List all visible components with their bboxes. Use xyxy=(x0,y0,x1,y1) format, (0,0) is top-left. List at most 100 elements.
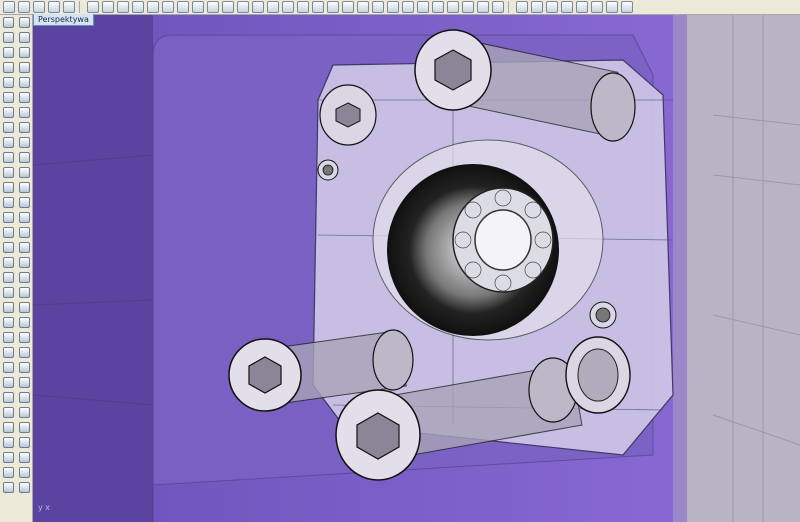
loft-icon[interactable] xyxy=(18,317,30,328)
show-icon[interactable] xyxy=(18,377,30,388)
properties-panel-icon[interactable] xyxy=(18,407,30,418)
red-cube-icon[interactable] xyxy=(606,1,618,13)
chamfer-icon[interactable] xyxy=(18,302,30,313)
zoom-window-icon[interactable] xyxy=(207,1,219,13)
extrude-icon[interactable] xyxy=(18,92,30,103)
trim-icon[interactable] xyxy=(2,152,14,163)
explode-icon[interactable] xyxy=(2,167,14,178)
undo-icon[interactable] xyxy=(132,1,144,13)
light-icon[interactable] xyxy=(18,467,30,478)
red-cube-icon[interactable] xyxy=(561,1,573,13)
paste-icon[interactable] xyxy=(117,1,129,13)
surface-icon[interactable] xyxy=(2,92,14,103)
revolve-icon[interactable] xyxy=(2,332,14,343)
car-icon[interactable] xyxy=(297,1,309,13)
cylinder-icon[interactable] xyxy=(2,122,14,133)
select-arrow-icon[interactable] xyxy=(2,17,14,28)
box-icon[interactable] xyxy=(2,107,14,118)
boolean-union-icon[interactable] xyxy=(2,137,14,148)
settings-icon[interactable] xyxy=(18,422,30,433)
light-bulb-icon[interactable] xyxy=(357,1,369,13)
undo-view-icon[interactable] xyxy=(18,437,30,448)
rotate-view-icon[interactable] xyxy=(177,1,189,13)
new-file-icon[interactable] xyxy=(3,1,15,13)
hide-icon[interactable] xyxy=(2,377,14,388)
undo-view-icon[interactable] xyxy=(252,1,264,13)
wireframe-icon[interactable] xyxy=(312,1,324,13)
red-cube-icon[interactable] xyxy=(576,1,588,13)
ellipse-icon[interactable] xyxy=(2,62,14,73)
render-preview-icon[interactable] xyxy=(18,287,30,298)
unlock-object-icon[interactable] xyxy=(18,392,30,403)
history-icon[interactable] xyxy=(2,407,14,418)
help-icon[interactable] xyxy=(492,1,504,13)
block-icon[interactable] xyxy=(18,227,30,238)
delete-icon[interactable] xyxy=(2,437,14,448)
contour-icon[interactable] xyxy=(18,347,30,358)
move-icon[interactable] xyxy=(162,1,174,13)
viewport-tab-perspective[interactable]: Perspektywa xyxy=(33,14,94,26)
material-icon[interactable] xyxy=(432,1,444,13)
ortho-icon[interactable] xyxy=(342,1,354,13)
red-cube-icon[interactable] xyxy=(591,1,603,13)
four-views-icon[interactable] xyxy=(267,1,279,13)
pan-hand-icon[interactable] xyxy=(147,1,159,13)
rebuild-icon[interactable] xyxy=(18,362,30,373)
layers-icon[interactable] xyxy=(387,1,399,13)
fillet-icon[interactable] xyxy=(18,77,30,88)
rectangle-icon[interactable] xyxy=(18,32,30,43)
grid-icon[interactable] xyxy=(282,1,294,13)
line-icon[interactable] xyxy=(2,257,14,268)
sweep-icon[interactable] xyxy=(2,317,14,328)
split-icon[interactable] xyxy=(18,152,30,163)
zoom-extents-icon[interactable] xyxy=(222,1,234,13)
perspective-viewport[interactable] xyxy=(33,15,800,522)
sphere-icon[interactable] xyxy=(18,107,30,118)
control-points-icon[interactable] xyxy=(2,362,14,373)
info-icon[interactable] xyxy=(2,452,14,463)
render-icon[interactable] xyxy=(447,1,459,13)
red-cube-icon[interactable] xyxy=(531,1,543,13)
move-object-icon[interactable] xyxy=(18,272,30,283)
curve-icon[interactable] xyxy=(2,77,14,88)
red-cube-icon[interactable] xyxy=(546,1,558,13)
camera-icon[interactable] xyxy=(2,467,14,478)
mirror-icon[interactable] xyxy=(18,182,30,193)
zoom-icon[interactable] xyxy=(192,1,204,13)
print-icon[interactable] xyxy=(48,1,60,13)
zoom-object-icon[interactable] xyxy=(18,452,30,463)
rotate-icon[interactable] xyxy=(18,257,30,268)
properties-icon[interactable] xyxy=(462,1,474,13)
zoom-selected-icon[interactable] xyxy=(237,1,249,13)
cone-icon[interactable] xyxy=(18,122,30,133)
snap-icon[interactable] xyxy=(327,1,339,13)
solid-icon[interactable] xyxy=(2,242,14,253)
text-icon[interactable] xyxy=(2,212,14,223)
patch-icon[interactable] xyxy=(18,332,30,343)
red-cube-icon[interactable] xyxy=(621,1,633,13)
group-icon[interactable] xyxy=(2,227,14,238)
red-cube-icon[interactable] xyxy=(516,1,528,13)
arc-icon[interactable] xyxy=(18,47,30,58)
polyline-icon[interactable] xyxy=(2,32,14,43)
cut-icon[interactable] xyxy=(87,1,99,13)
lock-icon[interactable] xyxy=(372,1,384,13)
circle-icon[interactable] xyxy=(2,47,14,58)
dimension-icon[interactable] xyxy=(18,212,30,223)
save-icon[interactable] xyxy=(33,1,45,13)
blend-icon[interactable] xyxy=(2,302,14,313)
lock-object-icon[interactable] xyxy=(2,392,14,403)
join-icon[interactable] xyxy=(18,167,30,178)
open-folder-icon[interactable] xyxy=(18,1,30,13)
array-icon[interactable] xyxy=(2,197,14,208)
boolean-difference-icon[interactable] xyxy=(18,137,30,148)
color-wheel-icon[interactable] xyxy=(417,1,429,13)
scale-icon[interactable] xyxy=(18,197,30,208)
mesh-icon[interactable] xyxy=(18,242,30,253)
copy-object-icon[interactable] xyxy=(2,272,14,283)
polygon-icon[interactable] xyxy=(18,62,30,73)
point-cloud-icon[interactable] xyxy=(2,347,14,358)
snapshot-icon[interactable] xyxy=(2,422,14,433)
options-icon[interactable] xyxy=(477,1,489,13)
offset-icon[interactable] xyxy=(2,182,14,193)
